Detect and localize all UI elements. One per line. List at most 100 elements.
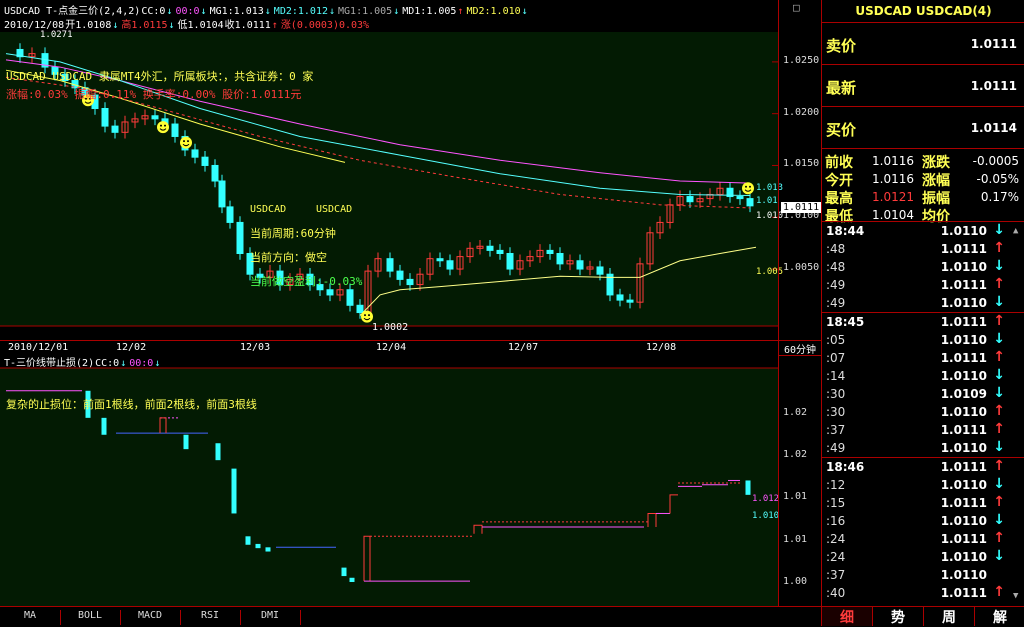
tick-row[interactable]: :12 1.0110 ↓ — [822, 476, 1024, 494]
bottom-tab-bar: MA BOLL MACD RSI DMI 细势周解 — [0, 606, 1024, 626]
tick-row[interactable]: 18:44 1.0110 ↓ — [822, 222, 1024, 240]
tick-row[interactable]: :15 1.0111 ↑ — [822, 494, 1024, 512]
tick-row[interactable]: :16 1.0110 ↓ — [822, 512, 1024, 530]
tick-list[interactable]: 18:44 1.0110 ↓:48 1.0111 ↑:48 1.0110 ↓:49 1.011… — [822, 222, 1024, 602]
smiley-eye — [160, 124, 162, 127]
tick-row[interactable]: :49 1.0111 ↑ — [822, 276, 1024, 294]
smiley-face — [157, 121, 169, 134]
tick-row[interactable]: :14 1.0110 ↓ — [822, 367, 1024, 385]
candle-body — [506, 253, 514, 270]
scroll-up-icon[interactable]: ▲ — [1013, 226, 1018, 236]
tick-row[interactable]: :24 1.0110 ↓ — [822, 548, 1024, 566]
tab-dmi[interactable]: DMI — [240, 610, 301, 625]
tick-row[interactable]: :37 1.0110 — [822, 566, 1024, 584]
tick-price: 1.0109 — [940, 387, 987, 401]
header2-part-4: ↓ — [168, 20, 175, 31]
stat-value: 1.0104 — [872, 208, 914, 222]
stat-value: 1.0116 — [872, 172, 914, 186]
arrow-down-icon: ↓ — [993, 222, 1005, 238]
candle-body — [746, 198, 754, 207]
candle-body — [436, 258, 444, 262]
smiley-face — [180, 136, 192, 149]
quote-tab-3[interactable]: 解 — [974, 607, 1024, 626]
arrow-down-icon: ↓ — [993, 476, 1005, 492]
candle-body — [191, 149, 199, 158]
tick-scrollbar[interactable]: ▲ ▼ — [1013, 226, 1023, 601]
tick-price: 1.0111 — [940, 586, 987, 600]
annotation-title-b: USDCAD — [316, 204, 353, 215]
indicator-panel[interactable]: T-三价线带止损(2)CC:0↓ 00:0↓ 复杂的止损位：前面1根线，前面2根线… — [0, 354, 780, 606]
date-label: 12/08 — [646, 342, 677, 353]
stat-label: 前收 — [825, 155, 853, 171]
tick-time: :07 — [826, 351, 846, 365]
tick-row[interactable]: :40 1.0111 ↑ — [822, 584, 1024, 602]
arrow-down-icon: ↓ — [993, 385, 1005, 401]
subheader-part-1: CC:0 — [95, 358, 120, 369]
smiley-eye — [749, 185, 751, 188]
subheader-part-2: ↓ — [120, 358, 127, 369]
header1-part-11: MD1:1.005 — [402, 6, 457, 17]
stoploss-description: 复杂的止损位：前面1根线，前面2根线，前面3根线 — [6, 398, 257, 411]
header1-part-13: MD2:1.010 — [466, 6, 521, 17]
smiley-eye — [164, 124, 166, 127]
smiley-face — [361, 310, 373, 323]
tick-price: 1.0111 — [940, 532, 987, 546]
tab-ma[interactable]: MA — [0, 610, 61, 625]
stoploss-bar — [255, 543, 261, 549]
tick-time: :48 — [826, 260, 846, 274]
tick-row[interactable]: :05 1.0110 ↓ — [822, 331, 1024, 349]
candle-body — [201, 156, 209, 166]
main-axis-ticks: 1.0250 1.0200 1.0150 1.0100 1.0050 — [779, 0, 821, 340]
tab-macd[interactable]: MACD — [120, 610, 181, 625]
candle-body — [151, 115, 159, 120]
tick-time: :49 — [826, 296, 846, 310]
stoploss-indicator-chart[interactable] — [0, 354, 778, 606]
smiley-eye — [183, 140, 185, 143]
arrow-down-icon: ↓ — [993, 512, 1005, 528]
last-price-row: 最新 1.0111 — [822, 65, 1024, 107]
tick-price: 1.0110 — [940, 369, 987, 383]
tick-price: 1.0110 — [940, 441, 987, 455]
tick-row[interactable]: :07 1.0111 ↑ — [822, 349, 1024, 367]
annotation-profit: 当前做空盈利:-0.03% — [250, 275, 363, 288]
tick-row[interactable]: :24 1.0111 ↑ — [822, 530, 1024, 548]
tick-row[interactable]: :48 1.0111 ↑ — [822, 240, 1024, 258]
quote-tab-1[interactable]: 势 — [872, 607, 923, 626]
stoploss-bar — [341, 567, 347, 577]
sub-label-b: 1.010 — [752, 511, 780, 521]
tick-row[interactable]: :30 1.0110 ↑ — [822, 403, 1024, 421]
arrow-down-icon: ↓ — [993, 331, 1005, 347]
tick-time: :48 — [826, 242, 846, 256]
subheader-part-4: ↓ — [154, 358, 161, 369]
candle-body — [101, 108, 109, 127]
subheader-part-3: 00:0 — [129, 358, 154, 369]
tick-row[interactable]: :49 1.0110 ↓ — [822, 294, 1024, 312]
tick-price: 1.0111 — [940, 315, 987, 329]
price-chart-panel[interactable]: USDCAD T-点金三价(2,4,2)CC:0↓ 00:0↓ MG1:1.013↓… — [0, 0, 783, 354]
arrow-up-icon: ↑ — [993, 276, 1005, 292]
info-line-2: 涨幅:0.03% 振幅:0.11% 换手率:0.00% 股价:1.0111元 — [6, 88, 302, 101]
quote-panel: USDCAD USDCAD(4) 卖价 1.0111 最新 1.0111 买价 … — [821, 0, 1024, 606]
info-line-1: USDCAD USDCAD 隶属MT4外汇，所属板块：，共含证券：0 家 — [6, 70, 314, 83]
tab-rsi[interactable]: RSI — [180, 610, 241, 625]
quote-tab-2[interactable]: 周 — [923, 607, 974, 626]
quote-tab-0[interactable]: 细 — [821, 607, 872, 626]
stoploss-bar — [349, 577, 355, 582]
scroll-down-icon[interactable]: ▼ — [1013, 591, 1018, 601]
tick-time: :30 — [826, 405, 846, 419]
tab-boll[interactable]: BOLL — [60, 610, 121, 625]
subheader-part-0: T-三价线带止损(2) — [4, 358, 95, 369]
tick-row[interactable]: :49 1.0110 ↓ — [822, 439, 1024, 457]
tick-row[interactable]: :30 1.0109 ↓ — [822, 385, 1024, 403]
stat-label: 振幅 — [922, 191, 950, 207]
candlestick-chart[interactable] — [0, 0, 778, 354]
smiley-eye — [368, 314, 370, 317]
last-label: 最新 — [826, 79, 857, 97]
arrow-up-icon: ↑ — [993, 240, 1005, 256]
tick-price: 1.0110 — [940, 296, 987, 310]
tick-row[interactable]: :48 1.0110 ↓ — [822, 258, 1024, 276]
stoploss-bar — [183, 434, 189, 450]
tick-row[interactable]: :37 1.0111 ↑ — [822, 421, 1024, 439]
tick-row[interactable]: 18:46 1.0111 ↑ — [822, 457, 1024, 476]
tick-row[interactable]: 18:45 1.0111 ↑ — [822, 312, 1024, 331]
